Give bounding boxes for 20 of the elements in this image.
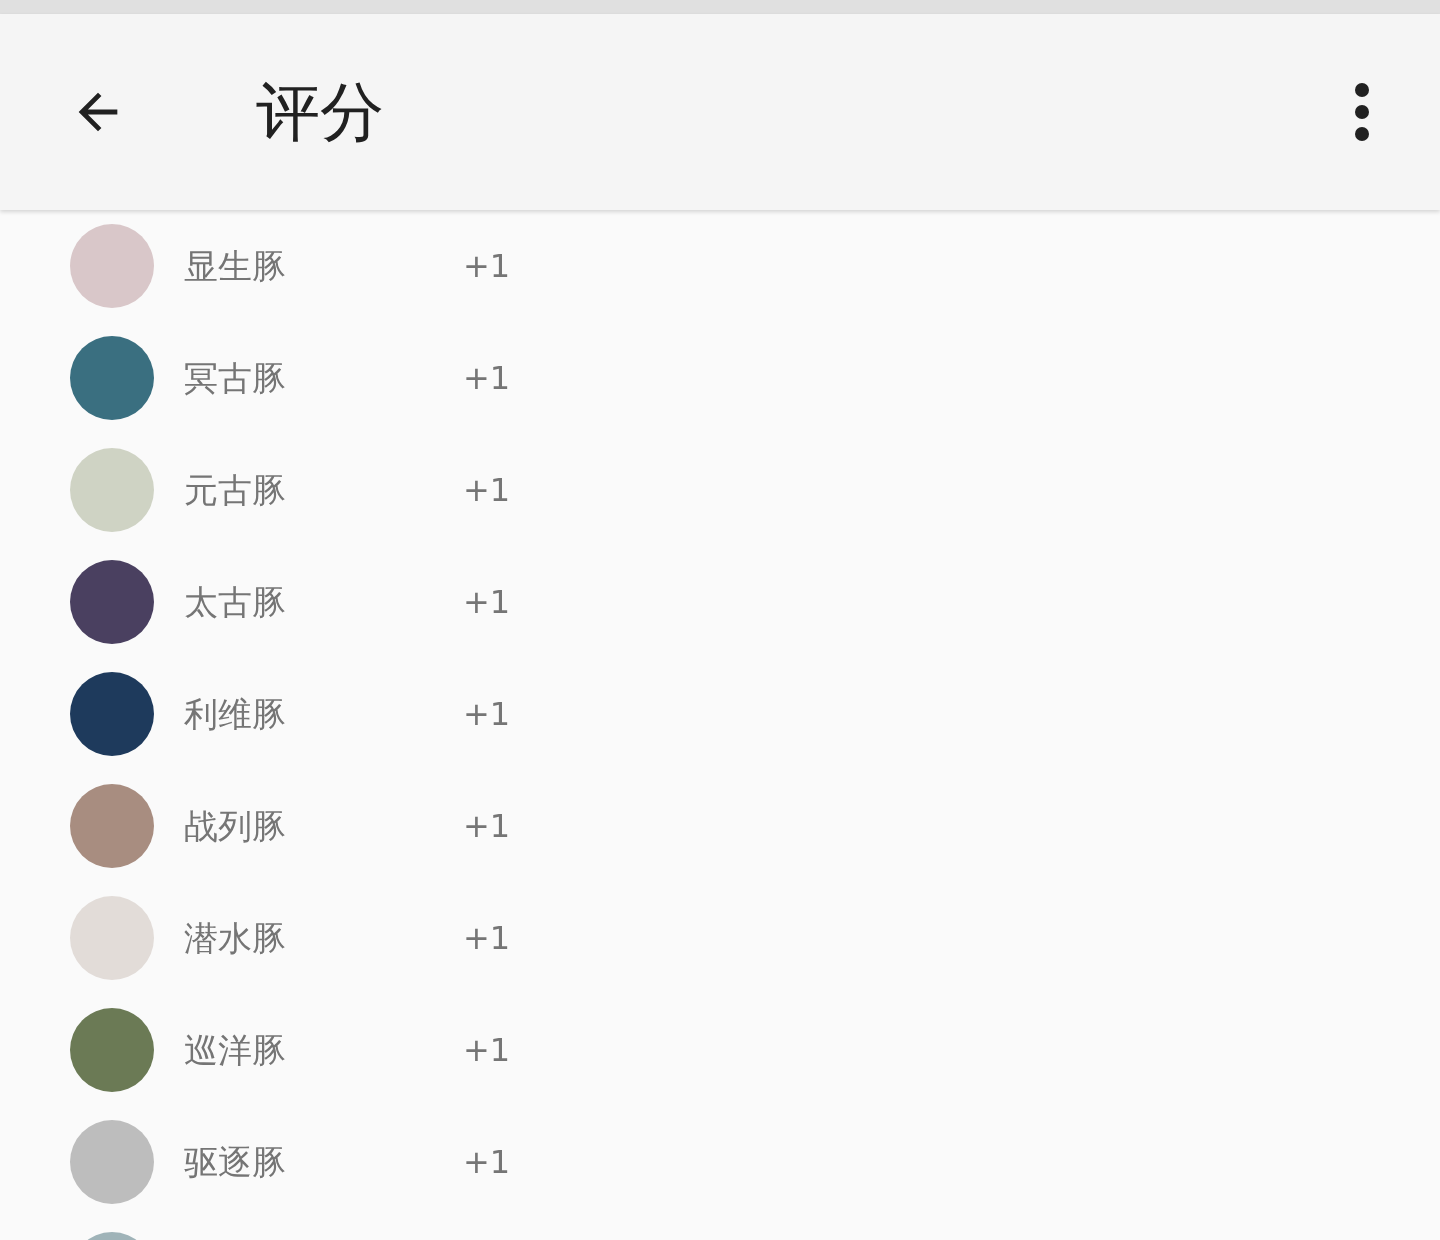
rating-score: +1	[463, 922, 511, 954]
user-name: 利维豚	[184, 697, 287, 731]
user-name: 潜水豚	[184, 921, 287, 955]
rating-score: +1	[463, 698, 511, 730]
user-name: 冥古豚	[184, 361, 287, 395]
rating-score: +1	[463, 810, 511, 842]
user-name: 太古豚	[184, 585, 287, 619]
user-name: 战列豚	[184, 809, 287, 843]
rating-score: +1	[463, 362, 511, 394]
user-name: 驱逐豚	[184, 1145, 287, 1179]
rating-score: +1	[463, 1146, 511, 1178]
rating-score: +1	[463, 586, 511, 618]
user-name: 巡洋豚	[184, 1033, 287, 1067]
rating-score: +1	[463, 1034, 511, 1066]
user-name: 元古豚	[184, 473, 287, 507]
rating-score: +1	[463, 474, 511, 506]
more-vertical-icon	[1354, 83, 1370, 141]
screen-title: 评分	[256, 80, 384, 144]
user-name: 显生豚	[184, 249, 287, 283]
rating-score: +1	[463, 250, 511, 282]
